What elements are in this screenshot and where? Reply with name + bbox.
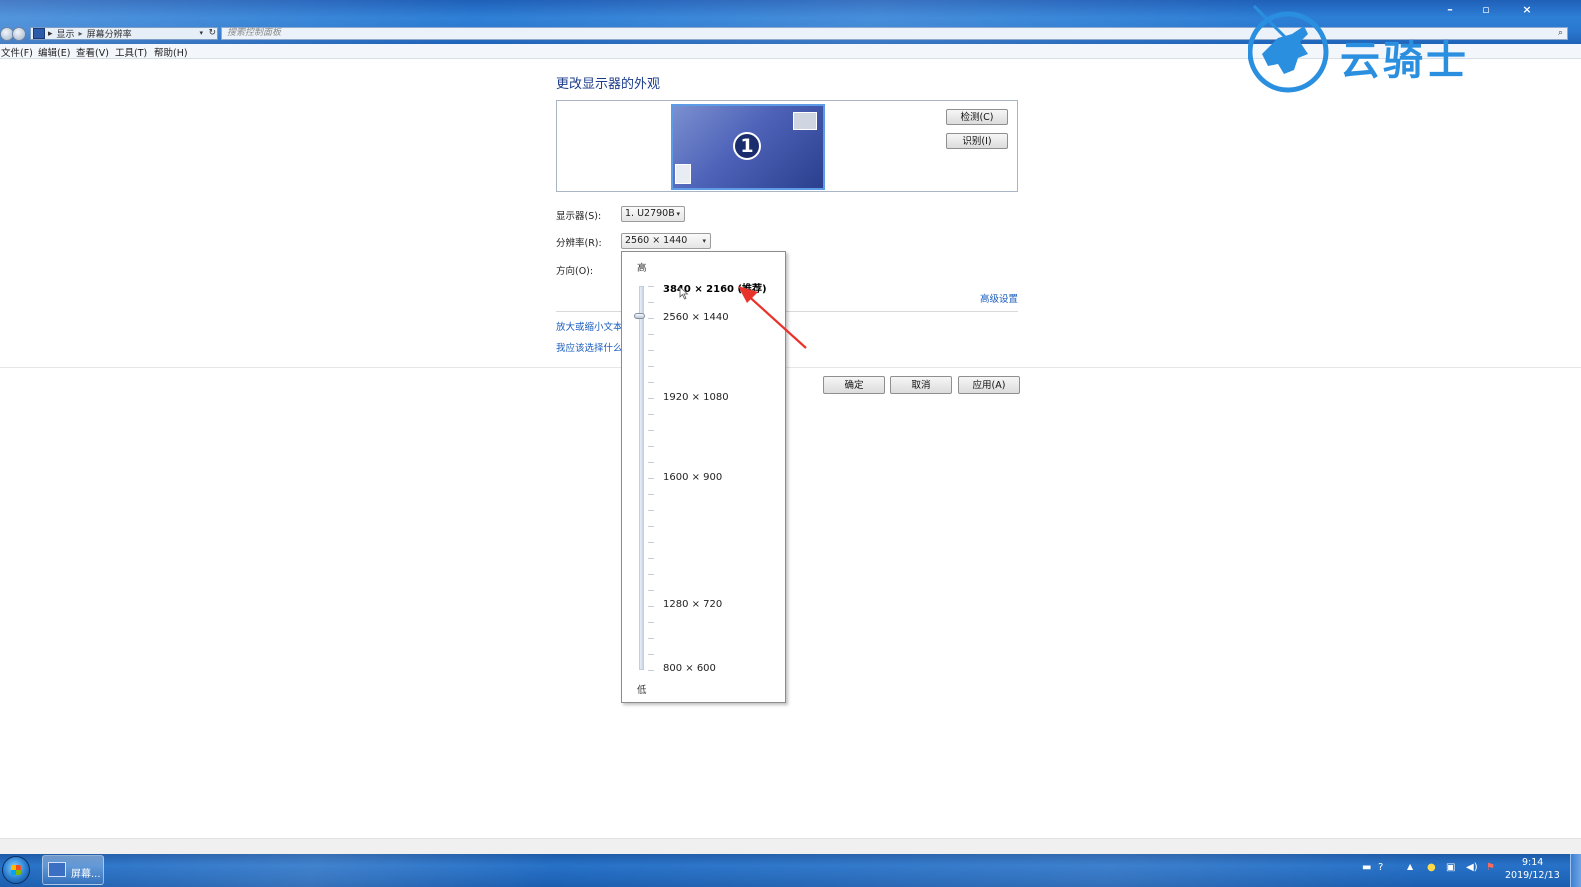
slider-tick — [648, 430, 654, 431]
slider-tick — [648, 302, 654, 303]
slider-tick — [648, 558, 654, 559]
slider-tick — [648, 462, 654, 463]
resolution-option[interactable]: 800 × 600 — [663, 663, 716, 674]
status-strip — [0, 838, 1581, 855]
address-bar[interactable]: ▸ 显示 ▸ 屏幕分辨率 ▾ ↻ — [30, 27, 218, 40]
resolution-select-value: 2560 × 1440 — [625, 235, 688, 246]
taskbar-app-screen-resolution[interactable]: 屏幕... — [42, 855, 104, 885]
chevron-up-icon[interactable]: ▲ — [1407, 862, 1413, 871]
slider-tick — [648, 670, 654, 671]
forward-arrow-icon[interactable] — [12, 27, 26, 41]
brand-logo: 云骑士 — [1248, 4, 1538, 96]
annotation-arrow-icon — [738, 286, 807, 349]
breadcrumb-display[interactable]: 显示 — [57, 27, 75, 40]
slider-tick — [648, 478, 654, 479]
control-panel-icon — [48, 862, 66, 877]
zoom-text-link[interactable]: 放大或缩小文本 — [556, 319, 623, 333]
menu-file[interactable]: 文件(F) — [1, 45, 33, 59]
slider-tick — [648, 542, 654, 543]
slider-tick — [648, 654, 654, 655]
slider-tick — [648, 398, 654, 399]
slider-tick — [648, 318, 654, 319]
knight-emblem-icon — [1248, 4, 1329, 93]
show-desktop-button[interactable] — [1570, 854, 1581, 887]
resolution-slider-track[interactable] — [639, 286, 644, 670]
keyboard-icon[interactable]: ▬ — [1362, 862, 1371, 873]
monitor-corner-icon — [675, 164, 691, 184]
refresh-icon[interactable]: ↻ — [208, 28, 216, 38]
monitor-corner-icon — [793, 112, 817, 130]
slider-tick — [648, 446, 654, 447]
start-button[interactable] — [2, 856, 30, 884]
identify-button[interactable]: 识别(I) — [946, 133, 1008, 149]
network-icon[interactable]: ▣ — [1446, 862, 1455, 873]
advanced-settings-link[interactable]: 高级设置 — [980, 291, 1018, 305]
monitor-number: 1 — [733, 132, 761, 160]
breadcrumb-screen-resolution[interactable]: 屏幕分辨率 — [87, 27, 132, 40]
detect-button[interactable]: 检测(C) — [946, 109, 1008, 125]
resolution-option[interactable]: 2560 × 1440 — [663, 312, 729, 323]
divider — [0, 367, 1581, 368]
resolution-option[interactable]: 1280 × 720 — [663, 599, 722, 610]
breadcrumb-separator: ▸ — [48, 28, 53, 39]
menu-edit[interactable]: 编辑(E) — [38, 45, 70, 59]
display-select[interactable]: 1. U2790B ▾ — [621, 206, 685, 222]
slider-tick — [648, 622, 654, 623]
search-placeholder: 搜索控制面板 — [227, 28, 282, 38]
help-icon[interactable]: ? — [1378, 862, 1383, 873]
display-label: 显示器(S): — [556, 211, 602, 222]
search-icon[interactable]: ⌕ — [1558, 28, 1563, 39]
menu-help[interactable]: 帮助(H) — [154, 45, 188, 59]
control-panel-icon — [33, 28, 45, 39]
slider-tick — [648, 494, 654, 495]
which-to-choose-link[interactable]: 我应该选择什么 — [556, 340, 623, 354]
taskbar-app-label: 屏幕... — [71, 869, 101, 880]
nav-buttons — [0, 27, 30, 41]
slider-tick — [648, 350, 654, 351]
chevron-down-icon: ▾ — [702, 237, 706, 245]
chevron-down-icon: ▾ — [676, 210, 680, 218]
menu-tools[interactable]: 工具(T) — [115, 45, 147, 59]
slider-tick — [648, 574, 654, 575]
brand-name: 云骑士 — [1340, 38, 1469, 84]
slider-tick — [648, 638, 654, 639]
display-select-value: 1. U2790B — [625, 208, 675, 219]
slider-high-label: 高 — [637, 263, 647, 274]
taskbar — [0, 854, 1581, 887]
clock-time[interactable]: 9:14 — [1522, 857, 1543, 868]
slider-tick — [648, 286, 654, 287]
resolution-option[interactable]: 1600 × 900 — [663, 472, 722, 483]
chevron-down-icon[interactable]: ▾ — [199, 29, 203, 37]
windows-logo-icon — [11, 865, 21, 875]
monitor-1-thumbnail[interactable]: 1 — [671, 104, 825, 190]
slider-tick — [648, 510, 654, 511]
menu-view[interactable]: 查看(V) — [76, 45, 109, 59]
taskbar-gloss — [0, 854, 1581, 887]
security-icon[interactable]: ● — [1427, 862, 1436, 873]
clock-date[interactable]: 2019/12/13 — [1505, 870, 1560, 881]
resolution-label: 分辨率(R): — [556, 238, 602, 249]
action-center-flag-icon[interactable]: ⚑ — [1486, 862, 1495, 873]
slider-tick — [648, 590, 654, 591]
slider-low-label: 低 — [637, 685, 647, 696]
volume-icon[interactable]: ◀) — [1466, 862, 1478, 873]
slider-tick — [648, 334, 654, 335]
page-title: 更改显示器的外观 — [556, 77, 661, 92]
resolution-select[interactable]: 2560 × 1440 ▾ — [621, 233, 711, 249]
slider-tick — [648, 526, 654, 527]
ok-button[interactable]: 确定 — [823, 376, 885, 394]
slider-tick — [648, 414, 654, 415]
resolution-slider-thumb[interactable] — [634, 313, 645, 319]
apply-button[interactable]: 应用(A) — [958, 376, 1020, 394]
slider-tick — [648, 366, 654, 367]
resolution-option[interactable]: 1920 × 1080 — [663, 392, 729, 403]
cancel-button[interactable]: 取消 — [890, 376, 952, 394]
slider-tick — [648, 382, 654, 383]
slider-tick — [648, 606, 654, 607]
orientation-label: 方向(O): — [556, 266, 594, 277]
mouse-cursor-icon — [679, 286, 689, 300]
breadcrumb-separator: ▸ — [78, 29, 83, 38]
